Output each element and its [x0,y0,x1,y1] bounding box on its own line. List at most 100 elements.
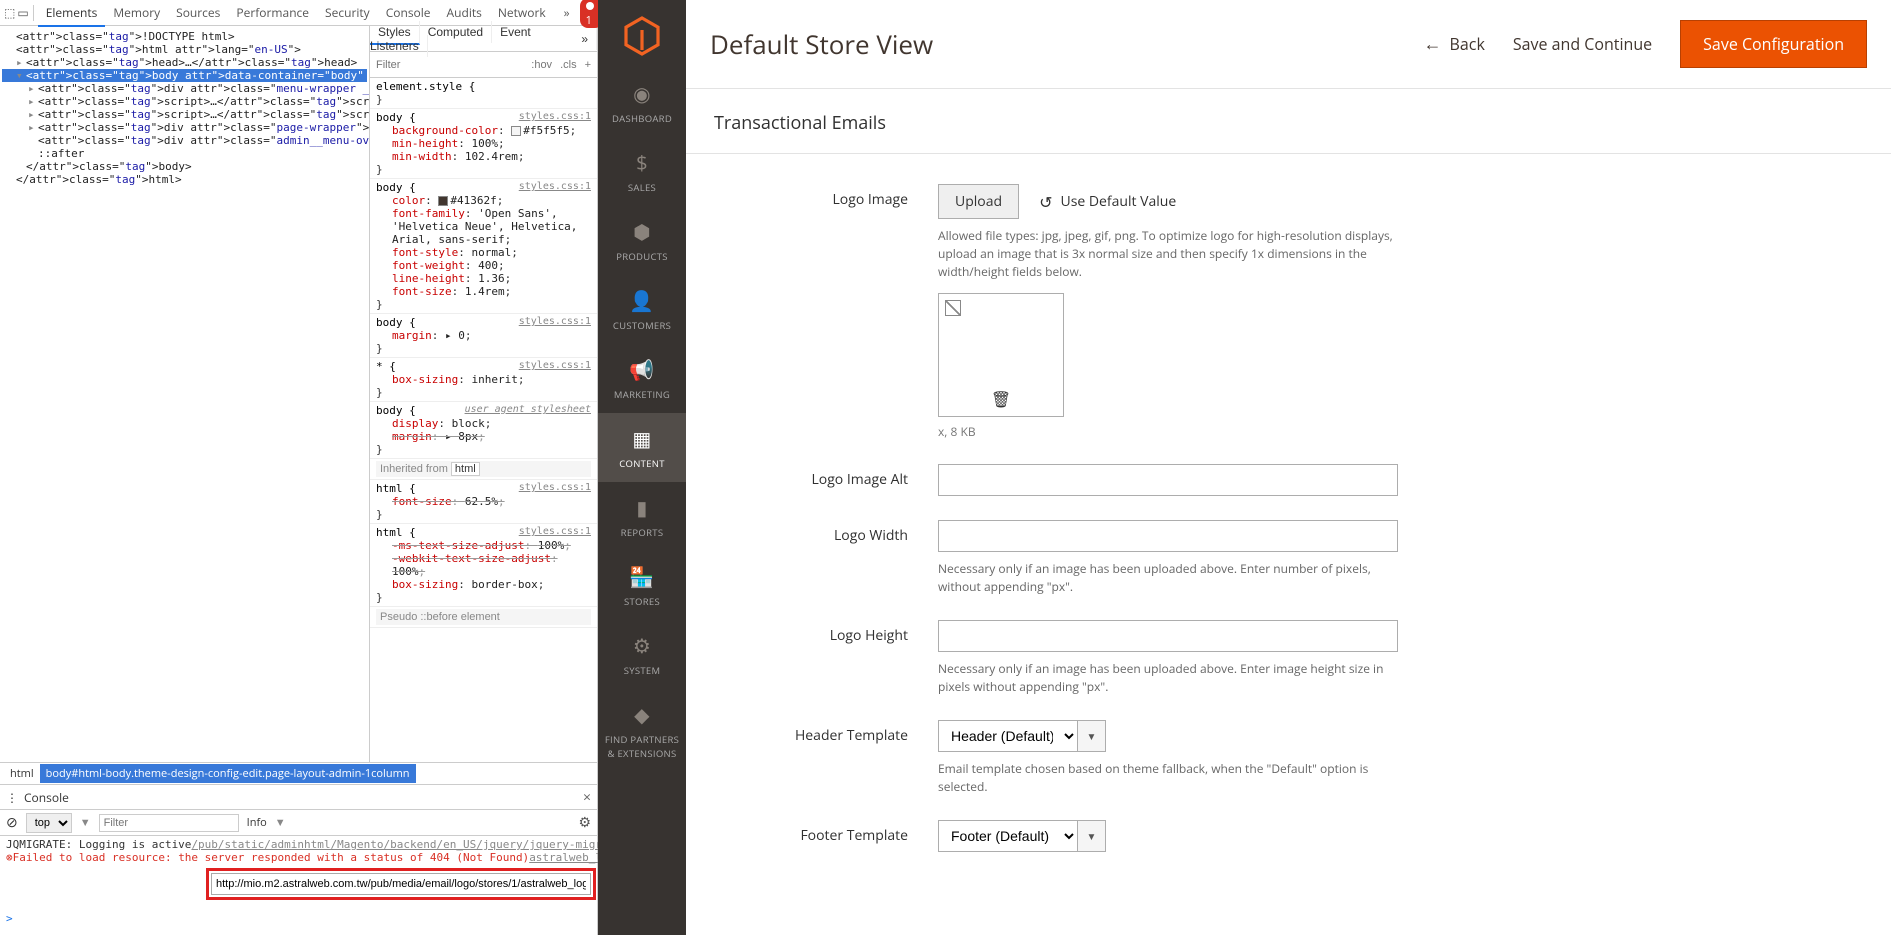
magento-logo-icon[interactable] [622,16,662,56]
logo-width-input[interactable] [938,520,1398,552]
styles-filter-input[interactable] [376,59,523,71]
chevron-down-icon: ▼ [1078,820,1106,852]
sidebar-item-dashboard[interactable]: ◉DASHBOARD [598,68,686,137]
console-log-line: JQMIGRATE: Logging is active/pub/static/… [6,838,591,851]
header-template-select[interactable]: Header (Default) [938,720,1078,752]
dom-tree[interactable]: <attr">class="tag">!DOCTYPE html><attr">… [0,26,370,762]
add-rule-icon[interactable]: + [585,59,591,71]
save-continue-button[interactable]: Save and Continue [1513,33,1652,55]
delete-image-icon[interactable]: 🗑 [991,388,1011,410]
label-logo-height: Logo Height [714,620,938,696]
css-rule[interactable]: Inherited from html [370,459,597,480]
device-icon[interactable]: ▭ [17,2,28,24]
logo-image-hint: Allowed file types: jpg, jpeg, gif, png.… [938,227,1398,281]
logo-width-hint: Necessary only if an image has been uplo… [938,560,1398,596]
styles-tabs-more[interactable]: » [573,28,597,50]
devtools-tab-memory[interactable]: Memory [105,0,168,25]
dom-breadcrumb: html body#html-body.theme-design-config-… [0,762,597,784]
nav-icon: ◆ [602,701,682,728]
styles-tab-computed[interactable]: Computed [420,21,492,43]
dom-line[interactable]: <attr">class="tag">!DOCTYPE html> [2,30,367,43]
console-close-icon[interactable]: × [583,788,591,807]
css-rule[interactable]: styles.css:1body {background-color: #f5f… [370,109,597,179]
sidebar-item-content[interactable]: ▦CONTENT [598,413,686,482]
sidebar-item-system[interactable]: ⚙SYSTEM [598,620,686,689]
devtools-tab-performance[interactable]: Performance [228,0,317,25]
logo-url-field[interactable] [211,873,591,895]
console-prompt[interactable]: > [6,912,591,925]
logo-alt-input[interactable] [938,464,1398,496]
header-template-hint: Email template chosen based on theme fal… [938,760,1398,796]
console-log-line: ⊗ Failed to load resource: the server re… [6,851,591,864]
console-output: JQMIGRATE: Logging is active/pub/static/… [0,836,597,935]
dom-line[interactable]: ▸<attr">class="tag">script>…</attr">clas… [2,108,367,121]
logo-height-hint: Necessary only if an image has been uplo… [938,660,1398,696]
css-rule[interactable]: styles.css:1html {-ms-text-size-adjust: … [370,524,597,607]
upload-button[interactable]: Upload [938,184,1019,219]
logo-image-preview: 🗑 [938,293,1064,417]
css-rule[interactable]: element.style {} [370,78,597,109]
dom-line[interactable]: </attr">class="tag">body> [2,160,367,173]
hov-toggle[interactable]: :hov [531,59,552,71]
sidebar-item-reports[interactable]: ▮REPORTS [598,482,686,551]
dom-line[interactable]: ▸<attr">class="tag">div attr">class="men… [2,82,367,95]
breadcrumb-body[interactable]: body#html-body.theme-design-config-edit.… [40,764,416,783]
label-logo-alt: Logo Image Alt [714,464,938,496]
nav-icon: 🏪 [602,563,682,590]
console-menu-icon[interactable]: ⋮ [6,789,18,806]
sidebar-item-marketing[interactable]: 📢MARKETING [598,344,686,413]
footer-template-select[interactable]: Footer (Default) [938,820,1078,852]
logo-height-input[interactable] [938,620,1398,652]
back-button[interactable]: ← Back [1424,32,1485,56]
css-rule[interactable]: styles.css:1html {font-size: 62.5%;} [370,480,597,524]
cls-toggle[interactable]: .cls [560,59,577,71]
sidebar-item-sales[interactable]: $SALES [598,137,686,206]
save-configuration-button[interactable]: Save Configuration [1680,20,1867,68]
nav-icon: $ [602,149,682,176]
inspect-icon[interactable]: ⬚ [4,2,15,24]
label-logo-width: Logo Width [714,520,938,596]
admin-sidebar: ◉DASHBOARD$SALES⬢PRODUCTS👤CUSTOMERS📢MARK… [598,0,686,935]
section-transactional-emails[interactable]: Transactional Emails [686,89,1891,154]
console-context-select[interactable]: top [26,813,72,833]
sidebar-item-customers[interactable]: 👤CUSTOMERS [598,275,686,344]
breadcrumb-html[interactable]: html [4,764,40,783]
label-logo-image: Logo Image [714,184,938,440]
dom-line[interactable]: <attr">class="tag">div attr">class="admi… [2,134,367,147]
main-content: Default Store View ← Back Save and Conti… [686,0,1891,935]
url-highlight-annotation [206,868,596,900]
css-rule[interactable]: styles.css:1body {color: #41362f;font-fa… [370,179,597,314]
page-title: Default Store View [710,26,933,62]
use-default-value[interactable]: ↺ Use Default Value [1039,191,1176,213]
clear-console-icon[interactable]: ⊘ [6,813,18,832]
dom-line[interactable]: <attr">class="tag">html attr">lang="en-U… [2,43,367,56]
nav-icon: ▮ [602,494,682,521]
dom-line[interactable]: </attr">class="tag">html> [2,173,367,186]
dom-line[interactable]: ▸<attr">class="tag">div attr">class="pag… [2,121,367,134]
console-settings-icon[interactable]: ⚙ [578,813,591,832]
sidebar-item-find[interactable]: ◆FIND PARTNERS & EXTENSIONS [598,689,686,772]
dom-line[interactable]: ▸<attr">class="tag">head>…</attr">class=… [2,56,367,69]
css-rules[interactable]: element.style {}styles.css:1body {backgr… [370,78,597,762]
console-drawer-label: Console [24,789,69,806]
dom-line[interactable]: ::after [2,147,367,160]
dom-line[interactable]: ▸<attr">class="tag">script>…</attr">clas… [2,95,367,108]
css-rule[interactable]: styles.css:1* {box-sizing: inherit;} [370,358,597,402]
page-header: Default Store View ← Back Save and Conti… [686,0,1891,89]
devtools-tab-security[interactable]: Security [317,0,378,25]
devtools-tab-sources[interactable]: Sources [168,0,228,25]
devtools-panel: ⬚ ▭ ElementsMemorySourcesPerformanceSecu… [0,0,598,935]
sidebar-item-stores[interactable]: 🏪STORES [598,551,686,620]
nav-icon: ▦ [602,425,682,452]
sidebar-item-products[interactable]: ⬢PRODUCTS [598,206,686,275]
devtools-tab-elements[interactable]: Elements [38,0,106,27]
console-filter-input[interactable] [99,814,239,832]
nav-icon: ⬢ [602,218,682,245]
undo-icon: ↺ [1039,191,1052,213]
console-level-label[interactable]: Info [247,815,267,830]
css-rule[interactable]: user agent stylesheetbody {display: bloc… [370,402,597,459]
css-rule[interactable]: styles.css:1body {margin: ▸ 0;} [370,314,597,358]
nav-icon: ⚙ [602,632,682,659]
devtools-tabs-more[interactable]: » [556,0,578,25]
dom-line[interactable]: ▾<attr">class="tag">body attr">data-cont… [2,69,367,82]
